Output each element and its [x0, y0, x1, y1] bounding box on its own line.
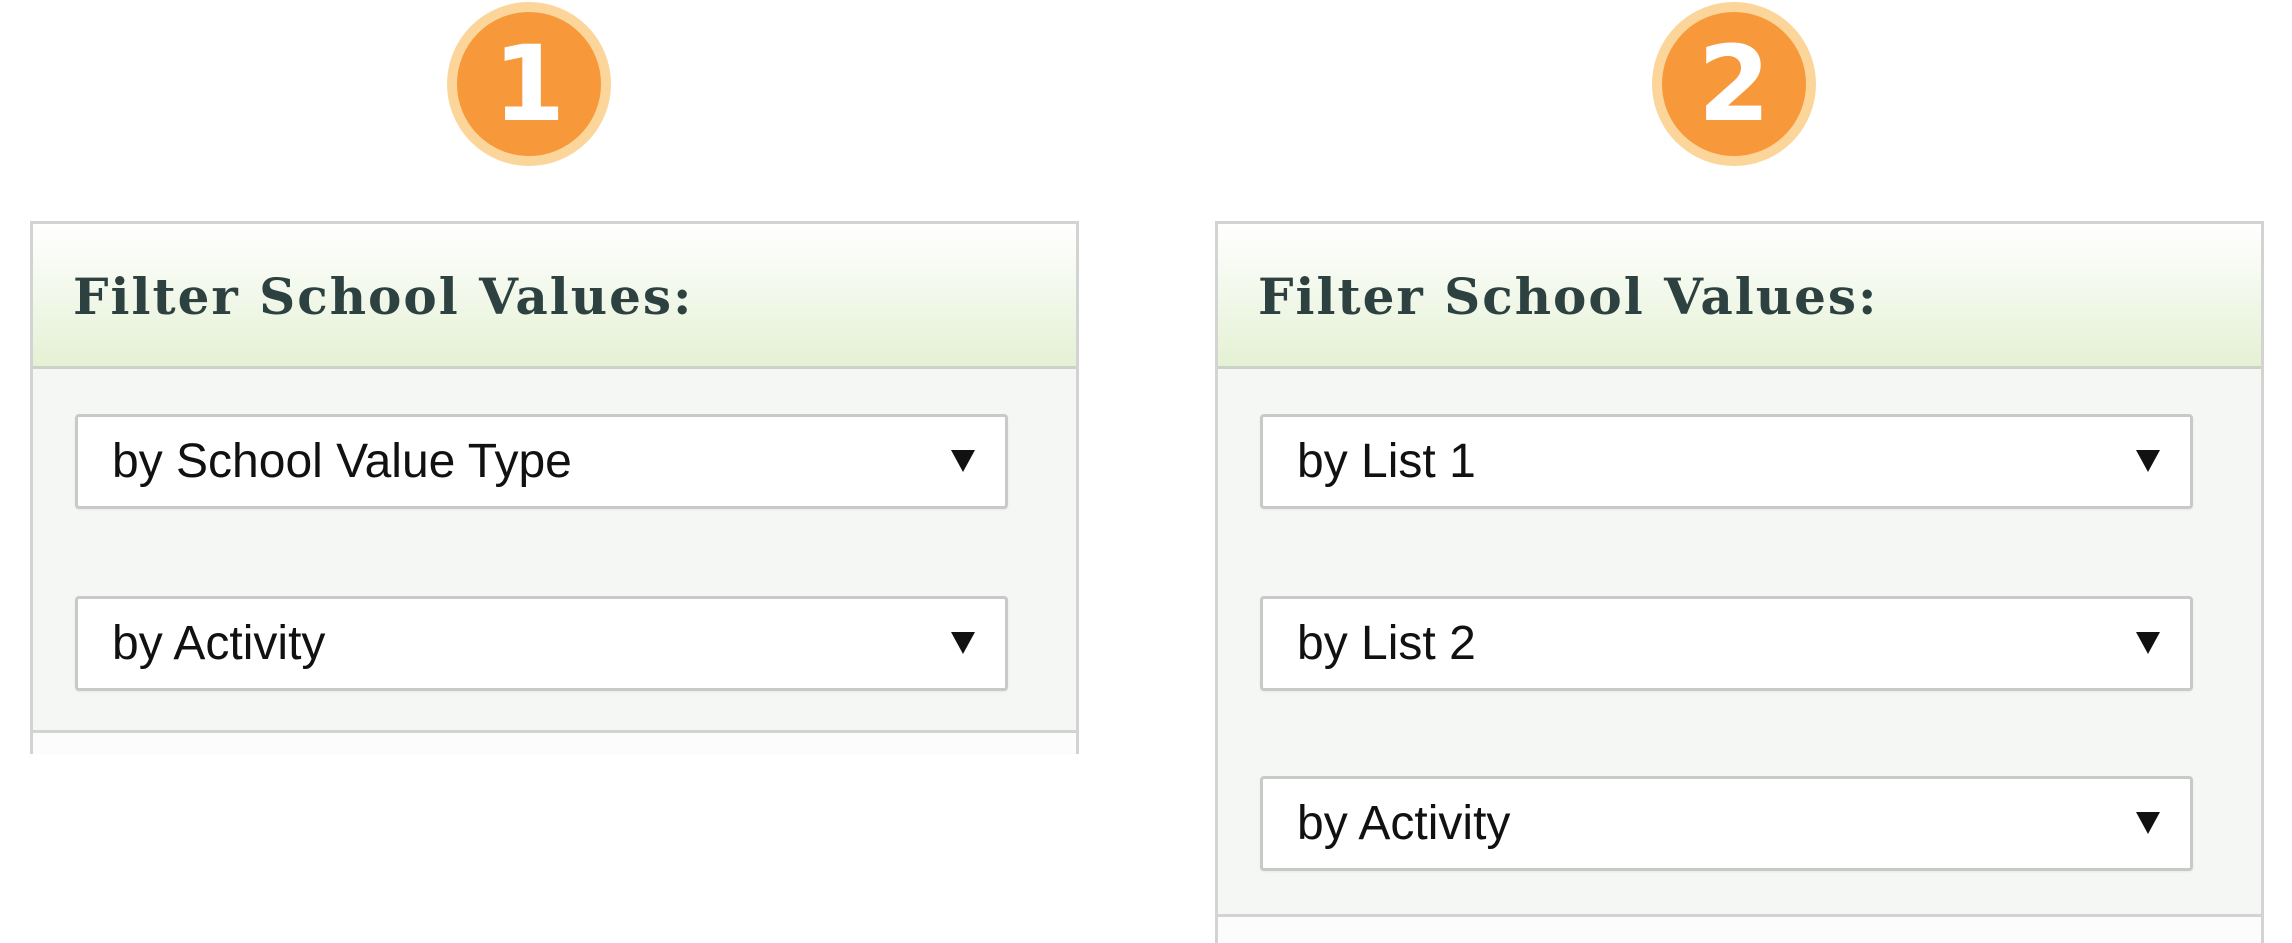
dropdown-arrow-icon — [951, 450, 975, 472]
filter-panel-title: Filter School Values: — [73, 267, 694, 326]
panel-footer — [1218, 917, 2261, 943]
filter-panel-1: Filter School Values: by School Value Ty… — [30, 221, 1079, 754]
step-number-2: 2 — [1697, 23, 1771, 145]
filter-panel-header: Filter School Values: — [1218, 224, 2261, 369]
list-2-select[interactable]: by List 2 — [1260, 596, 2193, 691]
school-value-type-select[interactable]: by School Value Type — [75, 414, 1008, 509]
filter-panel-header: Filter School Values: — [33, 224, 1076, 369]
dropdown-arrow-icon — [2136, 632, 2160, 654]
select-value: by School Value Type — [112, 435, 572, 488]
step-number-badge-2: 2 — [1652, 2, 1816, 166]
filter-panel-title: Filter School Values: — [1258, 267, 1879, 326]
dropdown-arrow-icon — [951, 632, 975, 654]
select-value: by List 2 — [1297, 617, 1476, 670]
activity-select[interactable]: by Activity — [1260, 776, 2193, 871]
dropdown-arrow-icon — [2136, 450, 2160, 472]
panel-footer — [33, 733, 1076, 754]
step-number-badge-1: 1 — [447, 2, 611, 166]
select-value: by Activity — [1297, 797, 1511, 850]
filter-panel-2: Filter School Values: by List 1 by List … — [1215, 221, 2264, 943]
select-value: by Activity — [112, 617, 326, 670]
list-1-select[interactable]: by List 1 — [1260, 414, 2193, 509]
step-number-1: 1 — [492, 23, 566, 145]
select-value: by List 1 — [1297, 435, 1476, 488]
activity-select[interactable]: by Activity — [75, 596, 1008, 691]
dropdown-arrow-icon — [2136, 812, 2160, 834]
